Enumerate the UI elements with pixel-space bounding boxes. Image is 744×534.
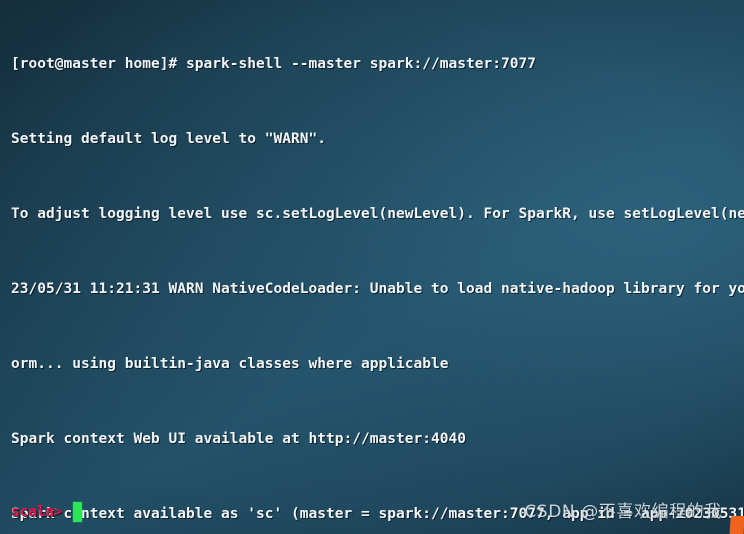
text-cursor xyxy=(73,502,83,522)
terminal-line-webui: Spark context Web UI available at http:/… xyxy=(11,431,466,447)
terminal-line-warn-cont: orm... using builtin-java classes where … xyxy=(11,356,449,372)
terminal-window[interactable]: [root@master home]# spark-shell --master… xyxy=(0,0,744,534)
scala-prompt-label: scala> xyxy=(11,503,63,520)
terminal-line-adjust-log: To adjust logging level use sc.setLogLev… xyxy=(11,206,744,222)
csdn-logo-icon xyxy=(729,516,744,534)
terminal-line-command: [root@master home]# spark-shell --master… xyxy=(11,56,536,72)
terminal-line-warn-native: 23/05/31 11:21:31 WARN NativeCodeLoader:… xyxy=(11,281,744,297)
scala-prompt-row[interactable]: scala> xyxy=(11,501,83,523)
terminal-output: [root@master home]# spark-shell --master… xyxy=(11,2,744,534)
csdn-watermark: CSDN @不喜欢编程的我 xyxy=(524,502,722,522)
terminal-line-loglevel: Setting default log level to "WARN". xyxy=(11,131,326,147)
